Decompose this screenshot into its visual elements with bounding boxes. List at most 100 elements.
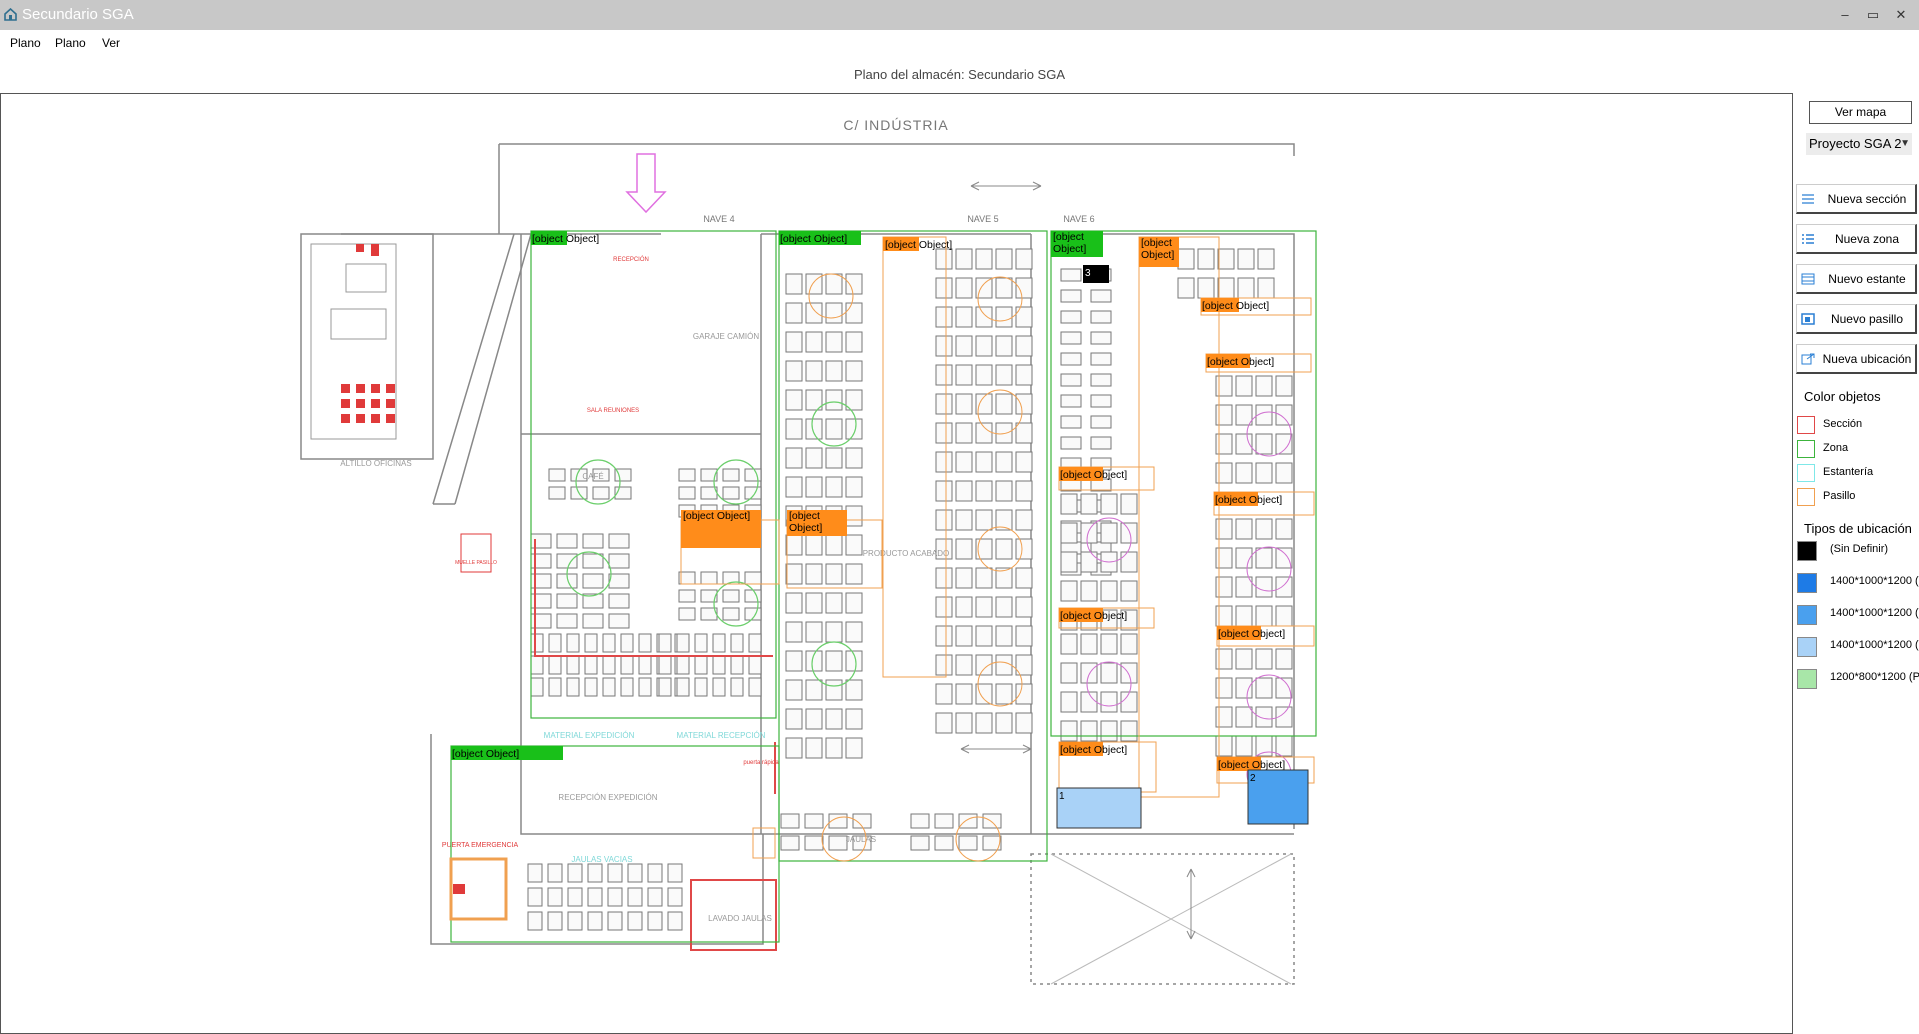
aisle-central-label[interactable]: [object Object] [885,239,952,251]
rack-slot [1177,277,1195,299]
rack-slot [1060,691,1078,713]
rack-slot [845,476,863,498]
rack-slot [584,655,598,675]
rack-slot [1275,375,1293,397]
rack-slot [1080,633,1098,655]
rack-slot [694,633,708,653]
rack-slot [602,633,616,653]
new-location-button[interactable]: Nueva ubicación [1796,344,1917,374]
aisle-pasillo8-label[interactable]: [object Object] [1060,744,1127,756]
rack-slot [935,335,953,357]
new-section-button[interactable]: Nueva sección [1796,184,1917,214]
rack-slot [748,633,762,653]
rack-slot [785,273,803,295]
rack-slot [1015,480,1033,502]
rack-slot [1090,352,1112,366]
rack-slot [935,306,953,328]
aisle-pasillo6-label[interactable]: [object Object] [1060,469,1127,481]
aisle-pasillo2-label[interactable]: [object Object] [1207,356,1274,368]
rack-slot [1255,706,1273,728]
rack-slot [825,563,843,585]
rack-slot [1255,462,1273,484]
rack-slot [1100,580,1118,602]
office-block [310,243,397,440]
svg-text:MATERIAL RECEPCIÓN: MATERIAL RECEPCIÓN [677,731,766,740]
rack-slot [828,835,848,851]
warehouse-map[interactable]: C/ INDÚSTRIA NAVE 4 NAVE 5 NAVE 6 ALTILL… [0,93,1793,1034]
aisle-pasillo5-label[interactable]: [object Object] [1218,759,1285,771]
rack-slot [785,447,803,469]
aisle-pasillo-central-label[interactable]: [object Object] [1139,237,1183,261]
rack-slot [1060,720,1078,742]
aisle-pasillo3-label[interactable]: [object Object] [1215,494,1282,506]
rack-slot [556,553,578,569]
rack-slot [722,589,740,603]
nave-6-label: NAVE 6 [1063,214,1094,224]
maximize-button[interactable]: ▭ [1858,4,1888,26]
close-button[interactable]: ✕ [1886,4,1916,26]
rack-slot [1015,683,1033,705]
menu-plano-2[interactable]: Plano [55,36,86,50]
new-zone-button[interactable]: Nueva zona [1796,224,1917,254]
rack-slot [1237,277,1255,299]
rack-slot [975,567,993,589]
rack-slot [1015,248,1033,270]
zone-almacenamiento-label[interactable]: [object Object] [780,233,847,245]
rack-slot [825,447,843,469]
rack-slot [910,835,930,851]
rack-slot [975,422,993,444]
color-swatch [1797,464,1815,482]
rack-slot [1100,720,1118,742]
rack-slot [1235,677,1253,699]
rack-slot [995,422,1013,444]
view-map-button[interactable]: Ver mapa [1809,101,1912,124]
warehouse-floorplan[interactable]: C/ INDÚSTRIA NAVE 4 NAVE 5 NAVE 6 ALTILL… [1,94,1793,1034]
rack-slot [955,422,973,444]
menu-ver[interactable]: Ver [102,36,120,50]
zone-recepcion-expedicion-label[interactable]: [object Object] [452,748,519,760]
zone-z-recepcion-label[interactable]: [object Object] [1051,231,1097,255]
rack-slot [556,593,578,609]
rack-slot [582,573,604,589]
location-1-label[interactable]: 1 [1059,791,1065,802]
rack-slot [1080,720,1098,742]
rack-slot [825,650,843,672]
new-zone-label: Nueva zona [1834,232,1900,246]
minimize-button[interactable]: – [1830,4,1860,26]
rack-slot [744,589,762,603]
aisle-pasillo7-label[interactable]: [object Object] [1060,610,1127,622]
rack-slot [1275,462,1293,484]
rack-slot [935,248,953,270]
street-label: C/ INDÚSTRIA [843,117,948,133]
rack-slot [1235,706,1253,728]
aisle-transito-1a-label[interactable]: [object Object] [787,510,849,534]
rack-slot [1080,522,1098,544]
page-title: Plano del almacén: Secundario SGA [853,67,1065,82]
svg-text:RECEPCIÓN: RECEPCIÓN [613,256,649,263]
location-2-label[interactable]: 2 [1250,773,1256,784]
rack-slot [785,621,803,643]
new-aisle-button[interactable]: Nuevo pasillo [1796,304,1917,334]
aisle-transito-1s-label[interactable]: [object Object] [681,510,765,522]
menu-plano-1[interactable]: Plano [10,36,41,50]
color-legend-label: Estantería [1823,466,1874,478]
svg-text:SALA REUNIONES: SALA REUNIONES [587,408,639,414]
rack-slot [785,331,803,353]
aisle-pasillo1-label[interactable]: [object Object] [1202,300,1269,312]
new-shelf-button[interactable]: Nuevo estante [1796,264,1917,294]
aisle-pasillo4-label[interactable]: [object Object] [1218,628,1285,640]
rack-slot [730,677,744,697]
project-select[interactable]: Proyecto SGA 2 ▼ [1806,133,1912,155]
location-type-swatch [1797,669,1817,689]
svg-text:LAVADO JAULAS: LAVADO JAULAS [708,914,772,923]
rack-slot [712,655,726,675]
rack-slot [995,538,1013,560]
rack-slot [1060,551,1078,573]
zone-salidas-label[interactable]: [object Object] [532,233,599,245]
rack-slot [1060,268,1082,282]
location-3-label[interactable]: 3 [1085,268,1091,279]
color-legend-item: Estantería [1797,462,1919,484]
rack-slot [955,538,973,560]
rack-slot [748,677,762,697]
rack-slot [1235,735,1253,757]
